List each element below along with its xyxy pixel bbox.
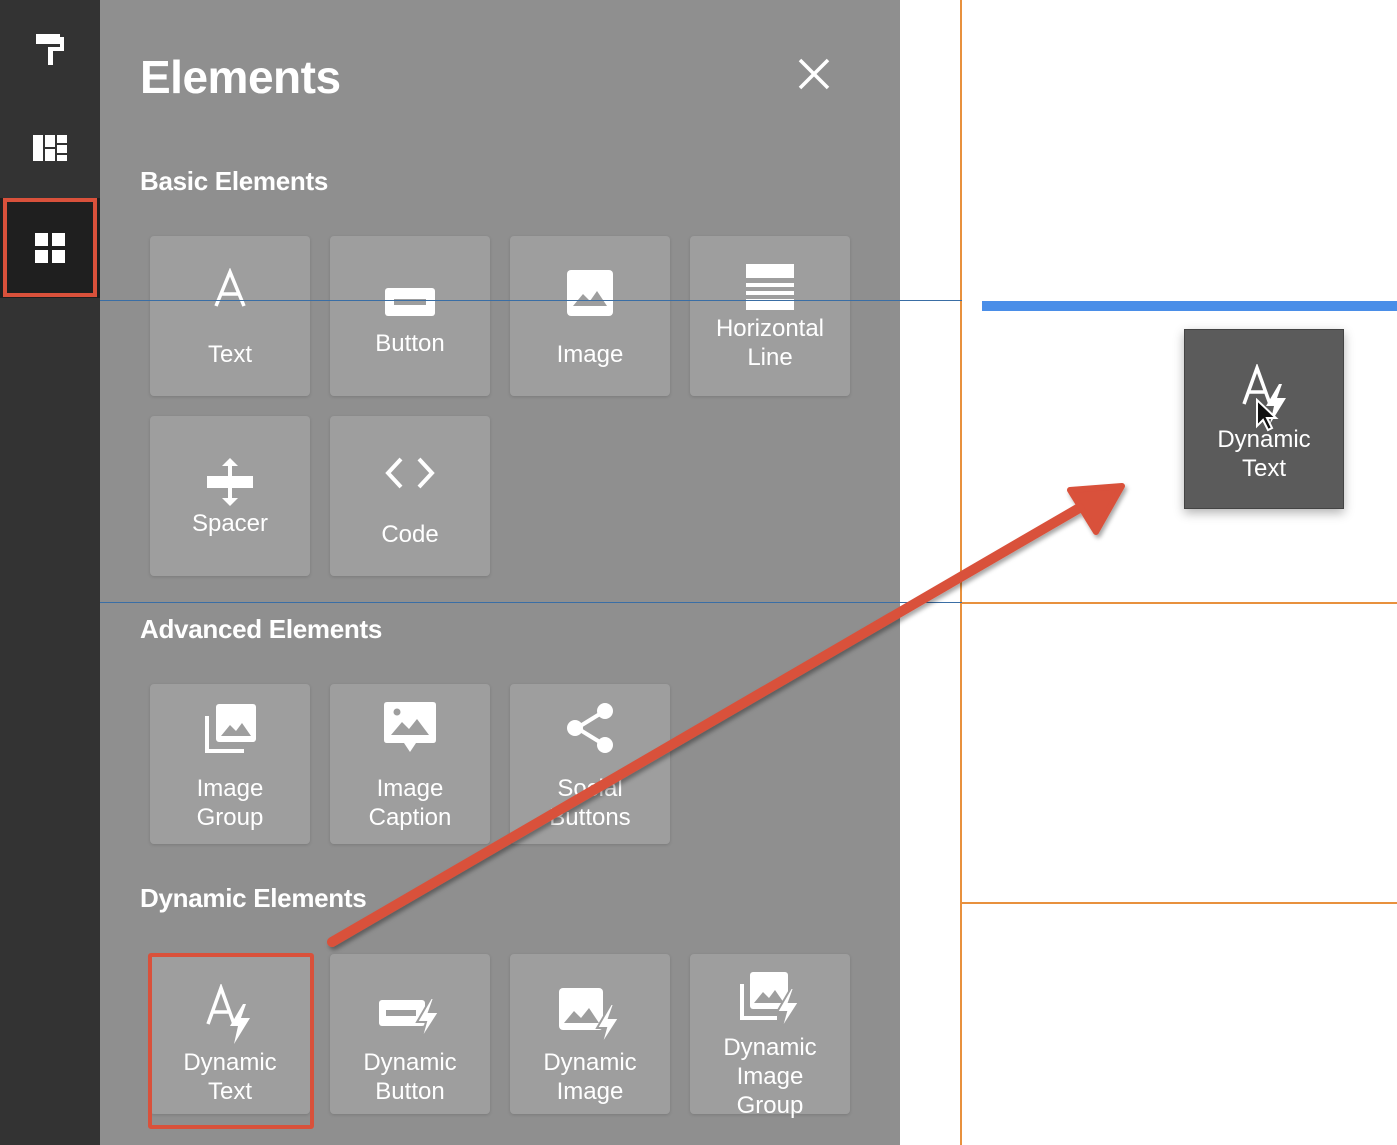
horizontal-line-icon: [746, 264, 794, 310]
element-tile-dynamic-button[interactable]: Dynamic Button: [330, 954, 490, 1114]
image-icon: [567, 270, 613, 316]
drag-ghost-dynamic-text[interactable]: Dynamic Text: [1184, 329, 1344, 509]
paint-roller-icon: [36, 34, 64, 65]
section-basic-elements: Basic Elements: [140, 166, 329, 196]
element-tile-spacer[interactable]: Spacer: [150, 416, 310, 576]
sidebar-rail: [0, 0, 100, 1145]
close-icon[interactable]: [796, 56, 832, 92]
element-tile-text[interactable]: Text: [150, 236, 310, 396]
element-tile-social-buttons[interactable]: Social Buttons: [510, 684, 670, 844]
element-tile-dynamic-image[interactable]: Dynamic Image: [510, 954, 670, 1114]
dynamic-image-icon: [559, 988, 621, 1047]
section-dynamic-elements: Dynamic Elements: [140, 883, 367, 913]
image-group-icon: [205, 704, 256, 753]
text-icon: [214, 268, 246, 307]
drop-indicator: [982, 301, 1397, 311]
element-tile-image-caption[interactable]: Image Caption: [330, 684, 490, 844]
dynamic-button-icon: [379, 997, 441, 1040]
element-tile-dynamic-image-group[interactable]: Dynamic Image Group: [690, 954, 850, 1119]
alignment-guide: [100, 300, 962, 301]
element-tile-image[interactable]: Image: [510, 236, 670, 396]
element-tile-image-group[interactable]: Image Group: [150, 684, 310, 844]
share-icon: [567, 703, 613, 753]
canvas-row-border: [960, 902, 1397, 904]
dynamic-text-highlight: [148, 953, 314, 1129]
style-tab-button[interactable]: [0, 0, 100, 100]
image-caption-icon: [384, 702, 436, 752]
panel-title: Elements: [140, 51, 341, 103]
button-icon: [385, 288, 435, 316]
layout-blocks-icon: [33, 135, 67, 161]
section-advanced-elements: Advanced Elements: [140, 614, 382, 644]
canvas-row-border: [960, 602, 1397, 604]
dynamic-image-group-icon: [740, 972, 801, 1031]
element-tile-horizontal-line[interactable]: Horizontal Line: [690, 236, 850, 396]
elements-tab-highlight: [3, 198, 97, 297]
spacer-icon: [207, 458, 253, 506]
element-tile-button[interactable]: Button: [330, 236, 490, 396]
alignment-guide: [100, 602, 962, 603]
layout-tab-button[interactable]: [0, 98, 100, 198]
canvas-column-border: [960, 0, 962, 1145]
element-tile-code[interactable]: Code: [330, 416, 490, 576]
code-icon: [385, 457, 435, 489]
